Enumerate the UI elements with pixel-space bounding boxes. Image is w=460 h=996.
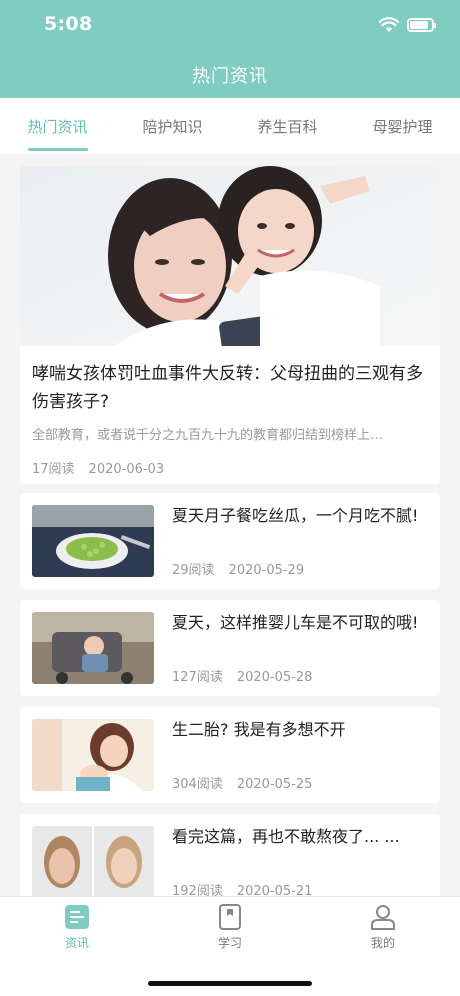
tabbar-item-learn[interactable]: 学习 (190, 903, 270, 951)
article-meta: 304阅读 2020-05-25 (172, 773, 312, 792)
publish-date: 2020-05-28 (236, 670, 313, 685)
article-meta: 127阅读 2020-05-28 (172, 666, 312, 685)
status-icons (379, 15, 436, 35)
article-thumbnail (32, 719, 154, 791)
featured-image (20, 166, 440, 346)
list-item[interactable]: 夏天月子餐吃丝瓜，一个月吃不腻! 29阅读 2020-05-29 (20, 493, 440, 589)
read-count: 127阅读 (172, 670, 223, 685)
publish-date: 2020-05-21 (236, 884, 313, 896)
featured-meta: 17阅读 2020-06-03 (32, 458, 164, 477)
article-title: 夏天月子餐吃丝瓜，一个月吃不腻! (172, 506, 419, 525)
article-meta: 192阅读 2020-05-21 (172, 880, 312, 896)
tab-care-knowledge[interactable]: 陪护知识 (115, 98, 230, 154)
news-icon (65, 905, 89, 929)
book-icon (219, 904, 241, 930)
status-time: 5:08 (44, 13, 93, 35)
tabbar-item-news[interactable]: 资讯 (37, 903, 117, 951)
featured-article[interactable]: 哮喘女孩体罚吐血事件大反转：父母扭曲的三观有多伤害孩子? 全部教育，或者说千分之… (20, 166, 440, 484)
article-list: 哮喘女孩体罚吐血事件大反转：父母扭曲的三观有多伤害孩子? 全部教育，或者说千分之… (0, 154, 460, 896)
article-title: 生二胎? 我是有多想不开 (172, 720, 346, 739)
read-count: 17阅读 (32, 462, 75, 477)
list-item[interactable]: 看完这篇，再也不敢熬夜了... ... 192阅读 2020-05-21 (20, 814, 440, 896)
app: 5:08 热门资讯 热门资讯 陪护知识 养生百科 母婴护理 哮喘女孩体罚吐血事件… (0, 0, 460, 996)
tabbar-label: 学习 (217, 936, 242, 950)
article-thumbnail (32, 505, 154, 577)
article-meta: 29阅读 2020-05-29 (172, 559, 304, 578)
category-tabs: 热门资讯 陪护知识 养生百科 母婴护理 (0, 98, 460, 154)
header: 5:08 热门资讯 (0, 0, 460, 98)
tabbar-label: 我的 (370, 936, 395, 950)
publish-date: 2020-05-25 (236, 777, 313, 792)
home-indicator (148, 981, 312, 986)
publish-date: 2020-05-29 (228, 563, 305, 578)
tab-health-wiki[interactable]: 养生百科 (230, 98, 345, 154)
publish-date: 2020-06-03 (88, 462, 165, 477)
article-title: 看完这篇，再也不敢熬夜了... ... (172, 827, 400, 846)
article-thumbnail (32, 612, 154, 684)
user-icon (371, 905, 395, 930)
list-item[interactable]: 夏天，这样推婴儿车是不可取的哦! 127阅读 2020-05-28 (20, 600, 440, 696)
page-title: 热门资讯 (192, 66, 268, 87)
featured-description: 全部教育，或者说千分之九百九十九的教育都归结到榜样上… (32, 428, 384, 443)
battery-icon (407, 18, 436, 32)
wifi-icon (379, 17, 399, 32)
tabbar-label: 资讯 (64, 936, 89, 950)
read-count: 304阅读 (172, 777, 223, 792)
article-title: 夏天，这样推婴儿车是不可取的哦! (172, 613, 419, 632)
list-item[interactable]: 生二胎? 我是有多想不开 304阅读 2020-05-25 (20, 707, 440, 803)
tab-hot-news[interactable]: 热门资讯 (0, 98, 115, 154)
article-thumbnail (32, 826, 154, 896)
tabbar-item-me[interactable]: 我的 (343, 903, 423, 951)
read-count: 192阅读 (172, 884, 223, 896)
tab-maternal-care[interactable]: 母婴护理 (345, 98, 460, 154)
featured-title: 哮喘女孩体罚吐血事件大反转：父母扭曲的三观有多伤害孩子? (32, 364, 423, 412)
read-count: 29阅读 (172, 563, 215, 578)
